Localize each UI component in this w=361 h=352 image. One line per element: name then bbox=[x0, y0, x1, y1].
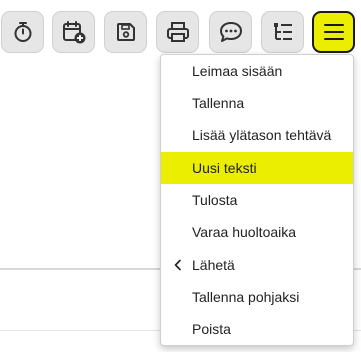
menu-item-save-as-template[interactable]: Tallenna pohjaksi bbox=[161, 281, 353, 313]
menu-item-save[interactable]: Tallenna bbox=[161, 87, 353, 119]
hamburger-menu-icon bbox=[323, 24, 344, 40]
menu-item-add-top-level-task[interactable]: Lisää ylätason tehtävä bbox=[161, 119, 353, 151]
menu-item-label: Uusi teksti bbox=[192, 160, 257, 176]
menu-item-label: Poista bbox=[192, 321, 231, 337]
task-tree-icon bbox=[273, 23, 292, 40]
chevron-left-icon bbox=[174, 259, 181, 271]
menu-item-new-text[interactable]: Uusi teksti bbox=[161, 152, 353, 184]
main-menu-button[interactable] bbox=[312, 11, 355, 53]
menu-item-print[interactable]: Tulosta bbox=[161, 184, 353, 216]
menu-item-send[interactable]: Lähetä bbox=[161, 249, 353, 281]
calendar-add-icon bbox=[62, 21, 85, 44]
menu-item-label: Varaa huoltoaika bbox=[192, 224, 297, 240]
dropdown-menu: Leimaa sisään Tallenna Lisää ylätason te… bbox=[160, 54, 354, 346]
menu-item-clock-in[interactable]: Leimaa sisään bbox=[161, 55, 353, 87]
toolbar bbox=[0, 0, 361, 60]
menu-item-label: Leimaa sisään bbox=[192, 63, 283, 79]
save-icon bbox=[116, 23, 135, 41]
stopwatch-icon bbox=[14, 22, 31, 42]
menu-item-label: Tallenna bbox=[192, 95, 245, 111]
stopwatch-button[interactable] bbox=[1, 11, 44, 53]
menu-item-label: Lähetä bbox=[192, 257, 235, 273]
save-button[interactable] bbox=[104, 11, 147, 53]
menu-item-book-service[interactable]: Varaa huoltoaika bbox=[161, 216, 353, 248]
menu-item-label: Tallenna pohjaksi bbox=[192, 289, 300, 305]
print-icon bbox=[166, 22, 189, 42]
chat-icon bbox=[219, 22, 242, 42]
add-calendar-event-button[interactable] bbox=[52, 11, 95, 53]
menu-item-label: Lisää ylätason tehtävä bbox=[192, 127, 332, 143]
print-button[interactable] bbox=[156, 11, 199, 53]
menu-item-label: Tulosta bbox=[192, 192, 238, 208]
chat-button[interactable] bbox=[209, 11, 252, 53]
task-structure-button[interactable] bbox=[261, 11, 304, 53]
menu-item-delete[interactable]: Poista bbox=[161, 313, 353, 345]
